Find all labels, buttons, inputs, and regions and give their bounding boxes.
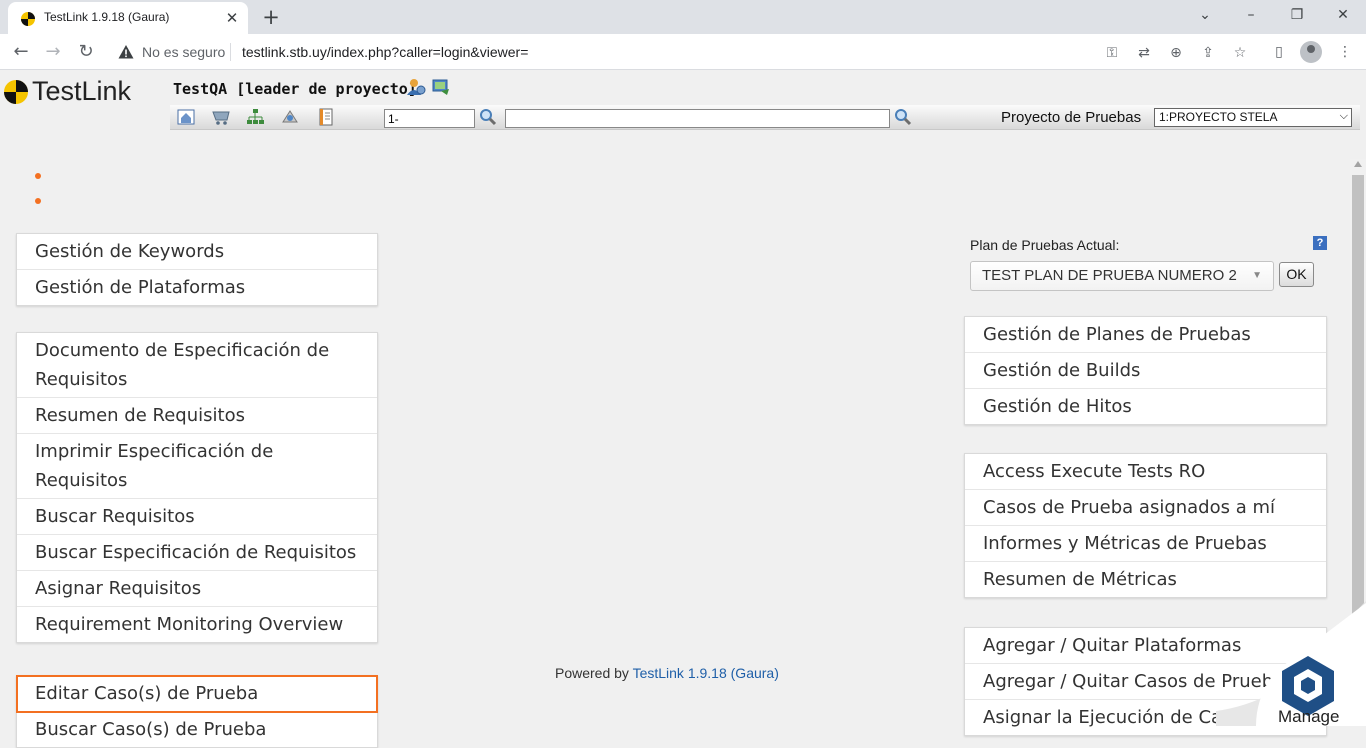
test-spec-icon[interactable] [245, 107, 265, 127]
user-settings-icon[interactable] [406, 77, 426, 97]
testlink-favicon-icon [21, 12, 35, 26]
profile-icon[interactable] [1300, 41, 1322, 63]
address-bar[interactable]: No es seguro testlink.stb.uy/index.php?c… [108, 38, 1260, 66]
execute-icon[interactable] [280, 107, 300, 127]
star-icon[interactable]: ☆ [1230, 43, 1250, 63]
bullet-marker [35, 173, 41, 179]
key-icon[interactable]: ⚿ [1102, 43, 1122, 63]
reports-icon[interactable] [316, 107, 336, 127]
user-info: TestQA [leader de proyecto] [173, 80, 417, 98]
url-separator [230, 43, 231, 61]
requirements-icon[interactable] [211, 107, 231, 127]
tab-search-icon[interactable]: ⌄ [1190, 4, 1220, 26]
tab-title: TestLink 1.9.18 (Gaura) [44, 10, 170, 24]
test-plan-label: Plan de Pruebas Actual: [970, 237, 1120, 253]
url-text[interactable]: testlink.stb.uy/index.php?caller=login&v… [242, 44, 528, 60]
help-icon[interactable]: ? [1313, 236, 1327, 250]
left-group-platforms: Gestión de Keywords Gestión de Plataform… [16, 233, 378, 306]
menu-item-search-req[interactable]: Buscar Requisitos [17, 499, 377, 535]
minimize-button[interactable]: – [1236, 4, 1266, 26]
menu-item-reports-metrics[interactable]: Informes y Métricas de Pruebas [965, 526, 1326, 562]
footer-link[interactable]: TestLink 1.9.18 (Gaura) [633, 665, 779, 681]
menu-item-execute-ro[interactable]: Access Execute Tests RO [965, 454, 1326, 490]
chevron-down-icon: ▼ [1252, 270, 1262, 281]
bullet-marker [35, 198, 41, 204]
chevron-down-icon: ⌵ [1339, 110, 1348, 122]
left-group-requirements: Documento de Especificación de Requisito… [16, 332, 378, 643]
menu-item-edit-test-cases[interactable]: Editar Caso(s) de Prueba [16, 675, 378, 713]
main-menu-bar: Proyecto de Pruebas 1:PROYECTO STELA ⌵ [170, 105, 1360, 130]
logout-icon[interactable] [431, 77, 451, 97]
side-panel-icon[interactable]: ▯ [1268, 41, 1290, 63]
menu-item-assigned-to-me[interactable]: Casos de Prueba asignados a mí [965, 490, 1326, 526]
browser-tab[interactable]: TestLink 1.9.18 (Gaura) ✕ [8, 2, 248, 34]
browser-tab-bar: TestLink 1.9.18 (Gaura) ✕ + ⌄ – ❐ ✕ [0, 0, 1366, 34]
testlink-logo[interactable]: TestLink [3, 75, 153, 107]
test-plan-select[interactable]: TEST PLAN DE PRUEBA NUMERO 2 ▼ [970, 261, 1274, 291]
menu-item-keywords[interactable]: Gestión de Keywords [17, 234, 377, 270]
menu-item-search-req-spec[interactable]: Buscar Especificación de Requisitos [17, 535, 377, 571]
warning-icon[interactable] [118, 44, 134, 60]
testlink-page: TestLink TestQA [leader de proyecto] 1- … [0, 71, 1366, 748]
right-group-execution: Access Execute Tests RO Casos de Prueba … [964, 453, 1327, 598]
menu-item-assign-req[interactable]: Asignar Requisitos [17, 571, 377, 607]
menu-icon[interactable]: ⋮ [1334, 41, 1356, 63]
right-group-plans: Gestión de Planes de Pruebas Gestión de … [964, 316, 1327, 425]
new-tab-button[interactable]: + [258, 4, 284, 30]
testlink-logo-icon [4, 80, 28, 104]
back-button[interactable]: ← [8, 39, 34, 65]
close-window-button[interactable]: ✕ [1328, 4, 1358, 26]
menu-item-platforms[interactable]: Gestión de Plataformas [17, 270, 377, 305]
test-plan-select-value: TEST PLAN DE PRUEBA NUMERO 2 [982, 267, 1237, 284]
menu-item-req-monitoring[interactable]: Requirement Monitoring Overview [17, 607, 377, 642]
test-case-id-input[interactable] [384, 109, 475, 128]
share-icon[interactable]: ⇪ [1198, 43, 1218, 63]
footer-prefix: Powered by [555, 665, 629, 681]
manage-label[interactable]: Manage [1278, 707, 1339, 727]
translate-icon[interactable]: ⇄ [1134, 43, 1154, 63]
security-label[interactable]: No es seguro [142, 44, 225, 60]
logo-text: TestLink [32, 76, 132, 106]
scrollbar-thumb[interactable] [1352, 175, 1364, 635]
menu-item-milestones[interactable]: Gestión de Hitos [965, 389, 1326, 424]
project-label: Proyecto de Pruebas [1001, 109, 1142, 126]
menu-item-req-spec-document[interactable]: Documento de Especificación de Requisito… [17, 333, 377, 398]
project-select[interactable]: 1:PROYECTO STELA ⌵ [1154, 108, 1352, 127]
tab-close-icon[interactable]: ✕ [222, 8, 242, 28]
footer: Powered by TestLink 1.9.18 (Gaura) [555, 665, 779, 681]
ok-button[interactable]: OK [1279, 262, 1314, 287]
menu-item-builds[interactable]: Gestión de Builds [965, 353, 1326, 389]
search-input[interactable] [505, 109, 890, 128]
browser-toolbar: ← → ↻ No es seguro testlink.stb.uy/index… [0, 34, 1366, 70]
menu-item-print-req-spec[interactable]: Imprimir Especificación de Requisitos [17, 434, 377, 499]
zoom-icon[interactable]: ⊕ [1166, 43, 1186, 63]
menu-item-metrics-dashboard[interactable]: Resumen de Métricas [965, 562, 1326, 597]
maximize-button[interactable]: ❐ [1282, 4, 1312, 26]
search-icon[interactable] [894, 108, 912, 126]
menu-item-search-test-cases[interactable]: Buscar Caso(s) de Prueba [17, 712, 377, 747]
search-tc-icon[interactable] [479, 108, 497, 126]
left-group-test-cases: Editar Caso(s) de Prueba Buscar Caso(s) … [16, 675, 378, 748]
scroll-up-icon[interactable] [1354, 161, 1362, 167]
menu-item-req-overview[interactable]: Resumen de Requisitos [17, 398, 377, 434]
home-icon[interactable] [176, 107, 196, 127]
forward-button[interactable]: → [40, 39, 66, 65]
project-select-value: 1:PROYECTO STELA [1159, 110, 1278, 124]
menu-item-test-plans[interactable]: Gestión de Planes de Pruebas [965, 317, 1326, 353]
reload-button[interactable]: ↻ [73, 39, 99, 65]
